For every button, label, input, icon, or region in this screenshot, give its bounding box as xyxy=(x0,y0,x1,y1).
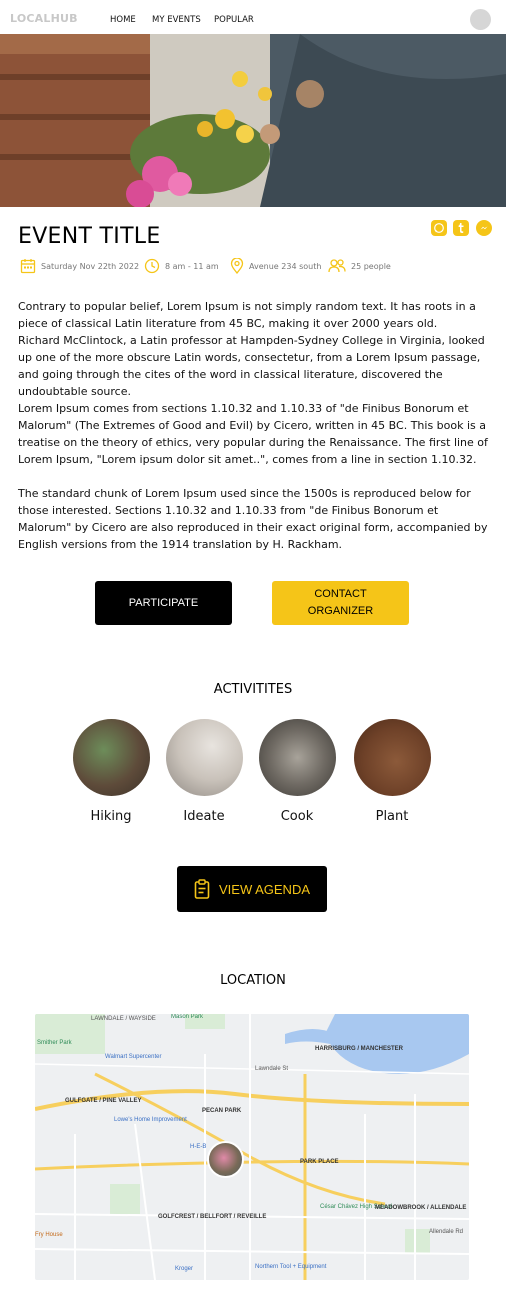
activity-label: Ideate xyxy=(183,809,225,824)
map-label-smither-park: Smither Park xyxy=(37,1040,72,1046)
event-date-text: Saturday Nov 22th 2022 xyxy=(41,261,140,271)
event-people: 25 people xyxy=(328,258,391,274)
map-label-kroger: Kroger xyxy=(175,1266,194,1272)
event-time: 8 am - 11 am xyxy=(144,258,219,274)
map-label-golfcrest: GOLFCREST / BELLFORT / REVEILLE xyxy=(158,1214,267,1220)
hero-image xyxy=(0,34,506,207)
event-time-text: 8 am - 11 am xyxy=(165,261,219,271)
activity-hiking[interactable]: Hiking xyxy=(72,719,150,824)
event-location: Avenue 234 south xyxy=(230,258,321,274)
description-paragraph: Richard McClintock, a Latin professor at… xyxy=(18,334,485,398)
nav-link-home[interactable]: HOME xyxy=(110,15,136,25)
activity-label: Hiking xyxy=(90,809,132,824)
event-location-pin[interactable] xyxy=(207,1141,244,1178)
activity-image xyxy=(165,719,243,796)
map-label-lowes: Lowe's Home Improvement xyxy=(114,1117,187,1123)
map-label-allendale-rd: Allendale Rd xyxy=(429,1229,464,1235)
activity-cook[interactable]: Cook xyxy=(258,719,336,824)
tumblr-icon xyxy=(458,223,464,234)
calendar-icon xyxy=(20,258,36,274)
messenger-share-button[interactable] xyxy=(476,220,492,236)
user-avatar[interactable] xyxy=(470,9,491,30)
map-label-pecan-park: PECAN PARK xyxy=(202,1108,242,1114)
location-pin-icon xyxy=(230,258,244,274)
map-label-walmart: Walmart Supercenter xyxy=(105,1054,162,1060)
location-map[interactable]: LAWNDALE / WAYSIDE Mason Park Smither Pa… xyxy=(35,1014,469,1280)
description-paragraph: Lorem Ipsum comes from sections 1.10.32 … xyxy=(18,402,488,466)
map-label-gulfgate: GULFGATE / PINE VALLEY xyxy=(65,1098,142,1104)
view-agenda-button[interactable]: VIEW AGENDA xyxy=(177,866,327,912)
map-label-lawndale-st: Lawndale St xyxy=(255,1066,289,1072)
tumblr-share-button[interactable] xyxy=(453,220,469,236)
clipboard-icon xyxy=(194,879,210,899)
event-date: Saturday Nov 22th 2022 xyxy=(20,258,139,274)
participate-button[interactable]: PARTICIPATE xyxy=(95,581,232,625)
activity-image xyxy=(258,719,336,796)
activity-label: Cook xyxy=(280,809,314,824)
event-title: EVENT TITLE xyxy=(18,224,161,249)
map-label-meadowbrook: MEADOWBROOK / ALLENDALE xyxy=(375,1205,467,1211)
activity-plant[interactable]: Plant xyxy=(353,719,431,824)
nav-link-popular[interactable]: POPULAR xyxy=(214,15,254,25)
activity-label: Plant xyxy=(375,809,409,824)
event-location-text: Avenue 234 south xyxy=(249,261,322,271)
event-description: Contrary to popular belief, Lorem Ipsum … xyxy=(18,298,492,553)
map-label-harrisburg: HARRISBURG / MANCHESTER xyxy=(315,1046,404,1052)
clock-icon xyxy=(144,258,160,274)
whatsapp-share-button[interactable] xyxy=(431,220,447,236)
whatsapp-icon xyxy=(434,223,444,233)
contact-organizer-button[interactable]: CONTACT ORGANIZER xyxy=(272,581,409,625)
activity-ideate[interactable]: Ideate xyxy=(165,719,243,824)
map-label-heb: H-E-B xyxy=(190,1144,207,1150)
messenger-icon xyxy=(480,226,488,230)
contact-label-line1: CONTACT xyxy=(314,588,367,600)
map-label-lawndale: LAWNDALE / WAYSIDE xyxy=(91,1016,156,1022)
activity-image xyxy=(72,719,150,796)
logo[interactable]: LOCALHUB xyxy=(10,12,78,25)
contact-label-line2: ORGANIZER xyxy=(307,605,374,617)
description-paragraph: The standard chunk of Lorem Ipsum used s… xyxy=(18,487,488,551)
map-label-northern-tool: Northern Tool + Equipment xyxy=(255,1264,327,1270)
map-label-mason-park: Mason Park xyxy=(171,1014,204,1020)
description-paragraph: Contrary to popular belief, Lorem Ipsum … xyxy=(18,300,476,330)
map-label-park-place: PARK PLACE xyxy=(300,1159,339,1165)
map-label-fry-house: Fry House xyxy=(35,1232,63,1238)
top-navbar: LOCALHUB HOME MY EVENTS POPULAR xyxy=(0,0,506,34)
nav-link-my-events[interactable]: MY EVENTS xyxy=(152,15,201,25)
view-agenda-label: VIEW AGENDA xyxy=(218,881,311,897)
activity-image xyxy=(353,719,431,796)
event-people-text: 25 people xyxy=(351,261,391,271)
people-icon xyxy=(328,258,346,274)
location-title: LOCATION xyxy=(220,973,286,988)
activities-title: ACTIVITITES xyxy=(213,682,293,697)
